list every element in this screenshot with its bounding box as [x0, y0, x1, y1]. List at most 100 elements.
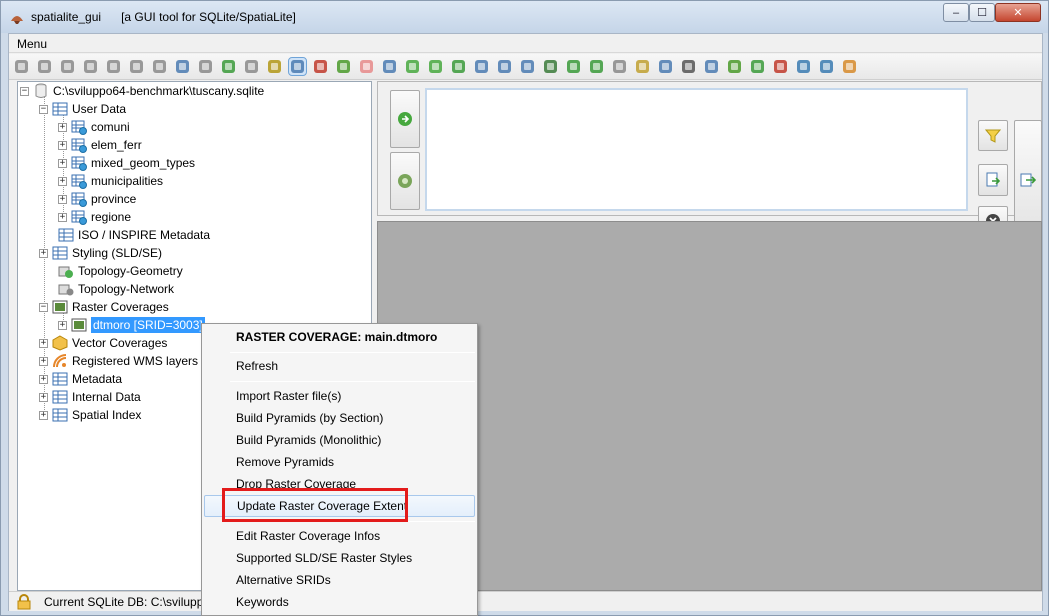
exit-icon[interactable] — [841, 58, 858, 75]
map-icon[interactable] — [519, 58, 536, 75]
network-icon[interactable] — [335, 58, 352, 75]
expand-icon[interactable]: + — [58, 320, 67, 330]
tree-item-label: Internal Data — [72, 390, 141, 404]
tree-item-label: User Data — [72, 102, 127, 116]
tree-item-iso-metadata[interactable]: ISO / INSPIRE Metadata — [58, 226, 210, 244]
expand-icon[interactable]: + — [39, 356, 48, 366]
tree-item-spatial-index[interactable]: + Spatial Index — [39, 406, 141, 424]
collapse-icon[interactable]: − — [39, 104, 48, 114]
menu-item-update-extent[interactable]: Update Raster Coverage Extent — [204, 495, 475, 517]
sql-input[interactable] — [425, 88, 968, 211]
memory-db-clone-icon[interactable] — [151, 58, 168, 75]
tree-item-raster-coverages[interactable]: − Raster Coverages — [39, 298, 169, 316]
about2-icon[interactable] — [818, 58, 835, 75]
charset-icon[interactable] — [542, 58, 559, 75]
expand-icon[interactable]: + — [58, 122, 67, 132]
tree-item-table[interactable]: + municipalities — [58, 172, 163, 190]
menu-item-alternative-srids[interactable]: Alternative SRIDs — [204, 569, 475, 591]
load-sql-button[interactable] — [978, 164, 1008, 196]
load-dbf-icon[interactable] — [404, 58, 421, 75]
virtual-dbf-icon[interactable] — [427, 58, 444, 75]
wfs-icon[interactable] — [657, 58, 674, 75]
expand-icon[interactable]: + — [39, 374, 48, 384]
tree-item-table[interactable]: + comuni — [58, 118, 130, 136]
memory-db-load-icon[interactable] — [105, 58, 122, 75]
connect-icon[interactable] — [13, 58, 30, 75]
virtual-txt-icon[interactable] — [312, 58, 329, 75]
menu-item-supported-styles[interactable]: Supported SLD/SE Raster Styles — [204, 547, 475, 569]
tree-item-user-data[interactable]: − User Data — [39, 100, 126, 118]
virtual-xl-icon[interactable] — [473, 58, 490, 75]
minimize-button[interactable]: – — [943, 3, 969, 22]
load-txt-icon[interactable] — [288, 57, 307, 76]
menu-item-remove-pyramids[interactable]: Remove Pyramids — [204, 451, 475, 473]
tree-item-metadata[interactable]: + Metadata — [39, 370, 122, 388]
sql-history-button[interactable] — [390, 152, 420, 210]
vacuum-icon[interactable] — [174, 58, 191, 75]
gpkg-icon[interactable] — [772, 58, 789, 75]
tree-item-topology-geometry[interactable]: Topology-Geometry — [58, 262, 183, 280]
tree-root[interactable]: − C:\sviluppo64-benchmark\tuscany.sqlite — [20, 82, 264, 100]
expand-icon[interactable]: + — [39, 338, 48, 348]
rtree-icon[interactable] — [749, 58, 766, 75]
help-icon[interactable] — [565, 58, 582, 75]
menu-item-drop-raster[interactable]: Drop Raster Coverage — [204, 473, 475, 495]
load-xml-icon[interactable] — [381, 58, 398, 75]
tree-item-internal-data[interactable]: + Internal Data — [39, 388, 141, 406]
tree-item-dtmoro[interactable]: + dtmoro [SRID=3003] — [58, 316, 205, 334]
tree-item-wms-layers[interactable]: + Registered WMS layers — [39, 352, 198, 370]
execute-sql-button[interactable] — [390, 90, 420, 148]
expand-icon[interactable]: + — [39, 248, 48, 258]
create-db-icon[interactable] — [59, 58, 76, 75]
postgis-icon[interactable] — [703, 58, 720, 75]
menu-bar: Menu — [9, 34, 1042, 53]
tree-item-vector-coverages[interactable]: + Vector Coverages — [39, 334, 167, 352]
menu-item-build-pyramids-mono[interactable]: Build Pyramids (Monolithic) — [204, 429, 475, 451]
expand-icon[interactable]: + — [58, 158, 67, 168]
tree-item-table[interactable]: + elem_ferr — [58, 136, 142, 154]
about-icon[interactable] — [588, 58, 605, 75]
tree-item-table[interactable]: + regione — [58, 208, 131, 226]
raster-icon — [71, 318, 87, 332]
check-geom-icon[interactable] — [611, 58, 628, 75]
menu-item-build-pyramids-section[interactable]: Build Pyramids (by Section) — [204, 407, 475, 429]
menu-menu[interactable]: Menu — [17, 37, 47, 51]
disconnect-icon[interactable] — [36, 58, 53, 75]
menu-item-edit-infos[interactable]: Edit Raster Coverage Infos — [204, 525, 475, 547]
expand-icon[interactable]: + — [58, 194, 67, 204]
attach-icon[interactable] — [197, 58, 214, 75]
load-shp-icon[interactable] — [243, 58, 260, 75]
execute-icon — [398, 112, 412, 126]
srid-icon[interactable] — [496, 58, 513, 75]
expand-icon[interactable]: + — [39, 410, 48, 420]
tree-item-table[interactable]: + province — [58, 190, 136, 208]
load-xl-icon[interactable] — [450, 58, 467, 75]
menu-item-keywords[interactable]: Keywords — [204, 591, 475, 613]
collapse-icon[interactable]: − — [39, 302, 48, 312]
memory-db-save-icon[interactable] — [128, 58, 145, 75]
tree-item-topology-network[interactable]: Topology-Network — [58, 280, 174, 298]
exif-icon[interactable] — [358, 58, 375, 75]
menu-item-import-raster[interactable]: Import Raster file(s) — [204, 385, 475, 407]
dxf-icon[interactable] — [680, 58, 697, 75]
expand-icon[interactable]: + — [58, 176, 67, 186]
menu-item-refresh[interactable]: Refresh — [204, 355, 475, 377]
info-icon[interactable] — [795, 58, 812, 75]
close-button[interactable]: ✕ — [995, 3, 1041, 22]
expand-icon[interactable]: + — [58, 212, 67, 222]
expand-icon[interactable]: + — [58, 140, 67, 150]
expand-icon[interactable]: + — [39, 392, 48, 402]
memory-db-icon[interactable] — [82, 58, 99, 75]
sanitize-icon[interactable] — [634, 58, 651, 75]
sequence-icon[interactable] — [726, 58, 743, 75]
tree-item-label: Registered WMS layers — [72, 354, 199, 368]
tree-item-table[interactable]: + mixed_geom_types — [58, 154, 195, 172]
tree-item-styling[interactable]: + Styling (SLD/SE) — [39, 244, 162, 262]
raster-icon — [52, 300, 68, 314]
collapse-icon[interactable]: − — [20, 86, 29, 96]
maximize-button[interactable]: ☐ — [969, 3, 995, 22]
filter-button[interactable] — [978, 120, 1008, 151]
virtual-shp-icon[interactable] — [266, 58, 283, 75]
history-icon — [398, 174, 412, 188]
sql-script-icon[interactable] — [220, 58, 237, 75]
